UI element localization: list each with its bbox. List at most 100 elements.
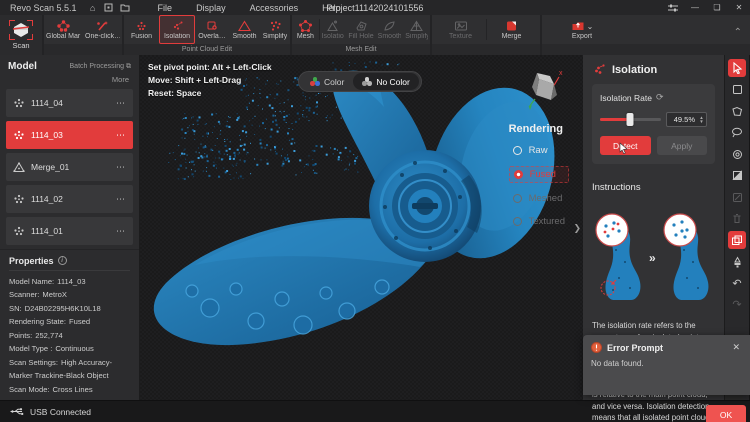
isolation-rate-input[interactable]: 49.5% ▲ ▼	[666, 112, 707, 127]
select-tool-button[interactable]	[728, 59, 746, 77]
pc-simplify-icon	[269, 20, 282, 32]
model-item-1114_03-selected[interactable]: 1114_03 ⋯	[6, 121, 133, 149]
color-option[interactable]: Color	[301, 73, 353, 90]
model-item-1114_02[interactable]: 1114_02 ⋯	[6, 185, 133, 213]
pc-smooth-icon	[238, 20, 251, 32]
prop-scanner: Scanner:MetroX	[9, 288, 130, 302]
invert-selection-button[interactable]	[728, 167, 746, 185]
item-menu-icon[interactable]: ⋯	[116, 98, 126, 109]
one-click-wand-icon	[96, 20, 109, 32]
rendering-textured-label: Textured	[529, 216, 565, 227]
menu-accessories[interactable]: Accessories	[239, 0, 310, 15]
menu-file[interactable]: File	[147, 0, 184, 15]
texture-merge-group-label	[432, 44, 540, 55]
fusion-button[interactable]: Fusion	[124, 15, 159, 44]
toast-close-icon[interactable]: ✕	[730, 342, 742, 353]
color-option-label: Color	[324, 77, 344, 87]
rate-stepper[interactable]: ▲ ▼	[697, 116, 706, 124]
isolation-rate-value: 49.5%	[667, 115, 697, 124]
step-down-icon[interactable]: ▼	[699, 120, 703, 124]
model-item-1114_04[interactable]: 1114_04 ⋯	[6, 89, 133, 117]
scan-button[interactable]: Scan	[0, 15, 42, 55]
more-button[interactable]: More	[0, 74, 139, 87]
model-item-1114_01[interactable]: 1114_01 ⋯	[6, 217, 133, 245]
prop-scan-mode: Scan Mode:Cross Lines	[9, 383, 130, 397]
rendering-fused-label: Fused	[530, 169, 556, 180]
mesh-edit-group-label: Mesh Edit	[292, 44, 430, 55]
export-button[interactable]: ⌄ Export	[558, 15, 606, 44]
menu-help[interactable]: Help	[311, 0, 352, 15]
isolation-rate-slider[interactable]	[600, 118, 661, 121]
minimize-button[interactable]: —	[684, 0, 706, 15]
rendering-option-fused-selected[interactable]: Fused	[509, 166, 569, 183]
close-button[interactable]: ✕	[728, 0, 750, 15]
cursor-pointer-icon	[619, 142, 629, 154]
circle-select-button[interactable]	[728, 145, 746, 163]
texture-merge-group: Texture Merge	[432, 15, 540, 55]
model-item-name: 1114_03	[31, 130, 110, 140]
model-list: 1114_04 ⋯ 1114_03 ⋯ Merge_01 ⋯ 1114_02 ⋯	[0, 87, 139, 247]
main-toolbar: Scan Global Mar… One-click… Fusion	[0, 15, 750, 55]
isolation-rate-label: Isolation Rate	[600, 93, 652, 103]
properties-info-icon[interactable]: i	[58, 256, 67, 265]
pc-smooth-button[interactable]: Smooth	[229, 15, 260, 44]
radio-icon	[513, 217, 522, 226]
isolation-button-active[interactable]: Isolation	[159, 15, 195, 44]
undo-button[interactable]: ↶	[728, 274, 746, 292]
rendering-title: Rendering	[509, 123, 569, 135]
mesh-edit-group: Mesh Isolation Fill Holes Smooth Si	[292, 15, 430, 55]
redo-button: ↷	[728, 296, 746, 314]
item-menu-icon[interactable]: ⋯	[116, 162, 126, 173]
batch-processing-button[interactable]: Batch Processing ⧉	[70, 63, 131, 71]
global-markers-button[interactable]: Global Mar…	[44, 15, 83, 44]
model-item-merge_01[interactable]: Merge_01 ⋯	[6, 153, 133, 181]
pc-simplify-button[interactable]: Simplify	[260, 15, 290, 44]
rendering-option-raw[interactable]: Raw	[509, 143, 569, 158]
toast-ok-button[interactable]: OK	[706, 405, 746, 422]
no-color-dots-icon	[362, 77, 372, 86]
isolation-selection-button[interactable]	[728, 231, 746, 249]
panel-expand-chevron-icon[interactable]: ❯	[573, 223, 581, 234]
open-project-icon[interactable]	[117, 2, 133, 14]
mesh-isolation-icon	[326, 20, 339, 32]
item-menu-icon[interactable]: ⋯	[116, 194, 126, 205]
detect-button[interactable]: Detect	[600, 136, 651, 155]
usb-icon	[10, 407, 24, 416]
hint-pivot: Set pivot point: Alt + Left-Click	[148, 61, 272, 74]
mesh-icon	[299, 20, 312, 32]
new-project-icon[interactable]	[101, 2, 117, 14]
no-color-option-selected[interactable]: No Color	[353, 73, 419, 90]
reset-rate-icon[interactable]: ⟳	[656, 92, 664, 103]
properties-title: Properties	[9, 256, 54, 266]
fill-brush-button[interactable]	[728, 253, 746, 271]
home-icon[interactable]: ⌂	[85, 2, 101, 14]
lasso-select-button[interactable]	[728, 124, 746, 142]
rectangle-select-button[interactable]	[728, 81, 746, 99]
fill-holes-icon	[355, 20, 368, 32]
fill-holes-button: Fill Holes	[346, 15, 375, 44]
overlap-button[interactable]: Overla…	[195, 15, 229, 44]
one-click-label: One-click…	[85, 33, 120, 40]
isolation-slider-handle[interactable]	[627, 113, 634, 126]
menu-display[interactable]: Display	[185, 0, 237, 15]
rendering-option-meshed: Meshed	[509, 191, 569, 206]
rendering-raw-label: Raw	[529, 145, 548, 156]
navigation-cube[interactable]: x	[523, 67, 565, 120]
cursor-select-icon	[732, 62, 743, 74]
merge-button[interactable]: Merge	[487, 15, 537, 44]
prop-model-name: Model Name:1114_03	[9, 275, 130, 289]
isolation-panel-title: Isolation	[612, 64, 657, 76]
layout-settings-icon[interactable]	[662, 0, 684, 15]
3d-viewport[interactable]: Set pivot point: Alt + Left-Click Move: …	[140, 55, 583, 400]
restore-button[interactable]: ❏	[706, 0, 728, 15]
item-menu-icon[interactable]: ⋯	[116, 226, 126, 237]
mesh-button[interactable]: Mesh	[292, 15, 319, 44]
one-click-button[interactable]: One-click…	[83, 15, 122, 44]
color-mode-toggle: Color No Color	[298, 71, 422, 92]
item-menu-icon[interactable]: ⋯	[116, 130, 126, 141]
polygon-select-button[interactable]	[728, 102, 746, 120]
export-icon	[571, 20, 585, 32]
toolbar-collapse-icon[interactable]: ⌃	[734, 27, 742, 38]
model-item-name: 1114_04	[31, 98, 110, 108]
merge-icon	[505, 20, 518, 32]
